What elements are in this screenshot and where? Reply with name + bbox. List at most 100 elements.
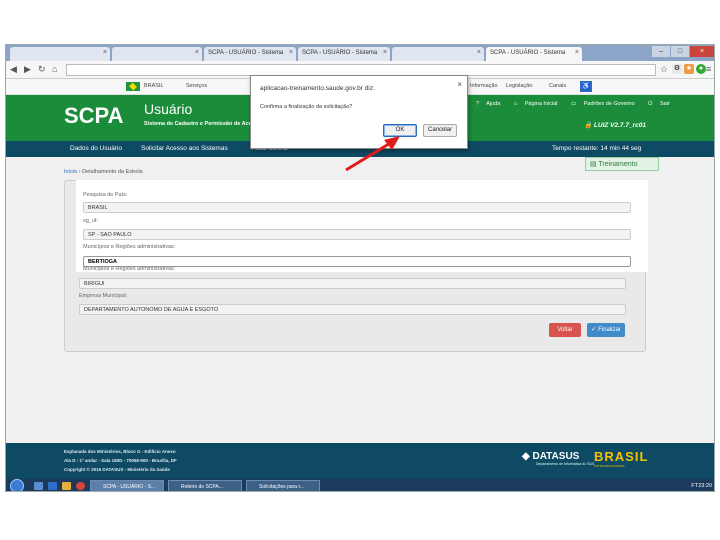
window-close-icon[interactable]: × <box>690 46 714 57</box>
datasus-logo: ◆ DATASUS <box>522 451 579 462</box>
footer-address-1: Esplanada dos Ministérios, Bloco G - Edi… <box>64 449 176 454</box>
close-icon[interactable]: × <box>383 49 387 56</box>
minimize-icon[interactable]: – <box>652 46 670 57</box>
chrome-icon[interactable] <box>76 482 85 490</box>
extension-icon[interactable]: ⚙ <box>672 64 682 74</box>
header-links: ? Ajuda ⌂ Página Inicial ▭ Padrões de Go… <box>476 101 682 108</box>
home-link[interactable]: ⌂ Página Inicial <box>514 101 564 107</box>
user-version: 🔒 LUIZ V2.7.7_rc01 <box>584 121 646 129</box>
lock-icon: 🔒 <box>584 122 593 129</box>
municipios-label-2: Municípios e Regiões administrativas: <box>83 266 176 272</box>
help-label: Ajuda <box>486 101 501 107</box>
taskbar-task[interactable]: SCPA - USUÁRIO - S... <box>90 480 164 491</box>
voltar-button[interactable]: Voltar <box>549 323 581 337</box>
breadcrumb-home[interactable]: Início <box>64 169 77 175</box>
gov-canais-link[interactable]: Canais <box>549 83 566 89</box>
home-label: Página Inicial <box>524 101 558 107</box>
explorer-icon[interactable] <box>34 482 43 490</box>
media-icon[interactable] <box>62 482 71 490</box>
browser-tab-active[interactable]: SCPA - USUÁRIO - Sistema × <box>486 47 582 61</box>
logout-link[interactable]: ⏻ Sair <box>648 101 676 107</box>
datasus-subtitle: Departamento de Informática do SUS <box>536 462 595 466</box>
clock[interactable]: 23:20 <box>698 483 712 489</box>
forward-icon[interactable]: ▶ <box>24 64 31 75</box>
cancel-button[interactable]: Cancelar <box>423 124 457 137</box>
uf-label: sg_uf: <box>83 218 98 224</box>
brazil-flag-icon <box>126 82 140 91</box>
extension-icon[interactable]: ★ <box>684 64 694 74</box>
app-name: Usuário <box>144 101 193 117</box>
pais-field[interactable]: BRASIL <box>83 202 631 213</box>
tab-label: SCPA - USUÁRIO - Sistema <box>208 50 284 56</box>
close-icon[interactable]: × <box>103 49 107 56</box>
browser-tab[interactable]: × <box>10 47 110 61</box>
reload-icon[interactable]: ↻ <box>38 64 46 75</box>
pais-label: Pesquisa de País: <box>83 192 128 198</box>
finalizar-button[interactable]: ✓ Finalizar <box>587 323 625 337</box>
home-icon[interactable]: ⌂ <box>52 64 57 74</box>
taskbar-task[interactable]: Solicitações para r... <box>246 480 320 491</box>
document-icon: ▤ <box>590 161 597 168</box>
menu-solicitar-acesso[interactable]: Solicitar Acesso aos Sistemas <box>141 145 228 152</box>
app-subtitle: Sistema de Cadastro e Permissão de Acess… <box>144 121 262 127</box>
window-icon: ▭ <box>571 101 577 107</box>
empresa-label: Empresa Municipal: <box>79 293 128 299</box>
breadcrumb: Início › Detalhamento da Estrela <box>64 169 143 175</box>
training-label: Treinamento <box>598 161 638 168</box>
close-icon[interactable]: × <box>289 49 293 56</box>
datasus-label: DATASUS <box>532 451 580 462</box>
system-tray[interactable]: FT <box>691 483 698 489</box>
gov-informacao-link[interactable]: Informação <box>470 83 498 89</box>
home-icon: ⌂ <box>513 101 518 107</box>
start-button-icon[interactable] <box>10 479 24 491</box>
logo[interactable]: SCPA <box>64 103 124 129</box>
menu-dados-usuario[interactable]: Dados do Usuário <box>70 145 122 152</box>
windows-taskbar: SCPA - USUÁRIO - S... Roteiro do SCPA...… <box>6 479 714 491</box>
brasil-logo: BRASIL <box>594 449 649 464</box>
finalizar-label: Finalizar <box>598 327 621 333</box>
help-link[interactable]: ? Ajuda <box>476 101 506 107</box>
empresa-field[interactable]: DEPARTAMENTO AUTONOMO DE AGUA E ESGOTO <box>79 304 626 315</box>
dialog-message: Confirma a finalização da solicitação? <box>260 104 353 110</box>
help-icon: ? <box>476 101 480 107</box>
browser-tab[interactable]: SCPA - USUÁRIO - Sistema × <box>298 47 390 61</box>
dialog-close-icon[interactable]: × <box>457 80 462 89</box>
close-icon[interactable]: × <box>477 49 481 56</box>
tab-label: SCPA - USUÁRIO - Sistema <box>490 50 566 56</box>
gov-servicos-link[interactable]: Serviços <box>186 83 207 89</box>
standards-label: Padrões de Governo <box>583 101 635 107</box>
bookmark-star-icon[interactable]: ☆ <box>660 64 668 75</box>
accessibility-icon[interactable]: ♿ <box>580 81 592 92</box>
red-arrow-annotation <box>345 136 400 172</box>
session-timer: Tempo restante: 14 min 44 seg <box>552 145 642 152</box>
close-icon[interactable]: × <box>575 49 579 56</box>
check-icon: ✓ <box>591 327 597 333</box>
folder-icon[interactable] <box>48 482 57 490</box>
site-footer: Esplanada dos Ministérios, Bloco G - Edi… <box>6 443 714 479</box>
standards-link[interactable]: ▭ Padrões de Governo <box>571 101 641 107</box>
gov-brasil-link[interactable]: BRASIL <box>144 83 164 89</box>
window-controls: – □ × <box>652 46 714 57</box>
menu-icon[interactable]: ≡ <box>706 64 711 74</box>
tab-strip: × × SCPA - USUÁRIO - Sistema × SCPA - USU… <box>6 45 714 61</box>
close-icon[interactable]: × <box>195 49 199 56</box>
uf-field[interactable]: SP - SAO PAULO <box>83 229 631 240</box>
municipio-field[interactable]: BIRIGUI <box>79 278 626 289</box>
municipios-label: Municípios e Regiões administrativas: <box>83 244 176 250</box>
gov-legislacao-link[interactable]: Legislação <box>506 83 532 89</box>
taskbar-task[interactable]: Roteiro do SCPA... <box>168 480 242 491</box>
version-label: LUIZ V2.7.7_rc01 <box>593 122 646 129</box>
browser-tab[interactable]: × <box>392 47 484 61</box>
training-badge: ▤ Treinamento <box>585 157 659 171</box>
browser-tab[interactable]: × <box>112 47 202 61</box>
breadcrumb-current: Detalhamento da Estrela <box>82 169 143 175</box>
browser-tab[interactable]: SCPA - USUÁRIO - Sistema × <box>204 47 296 61</box>
dialog-title: aplicacao-treinamento.saude.gov.br diz: <box>260 85 375 92</box>
footer-copyright: Copyright © 2016 DATASUS - Ministério da… <box>64 467 170 472</box>
datasus-icon: ◆ <box>522 451 530 462</box>
tab-label: SCPA - USUÁRIO - Sistema <box>302 50 378 56</box>
logout-icon: ⏻ <box>648 101 653 107</box>
back-icon[interactable]: ◀ <box>10 64 17 75</box>
maximize-icon[interactable]: □ <box>671 46 689 57</box>
extension-icon[interactable]: ● <box>696 64 706 74</box>
